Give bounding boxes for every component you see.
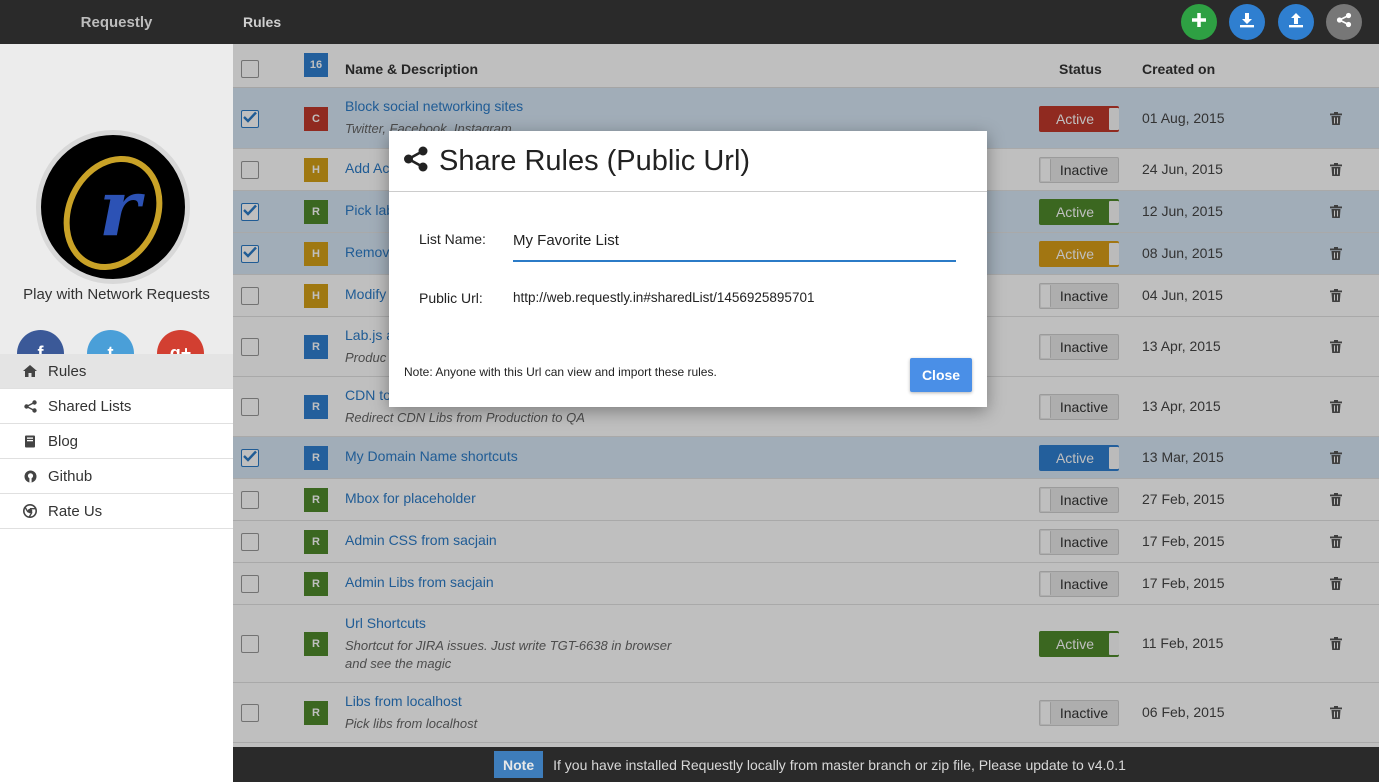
sidebar-item-label: Rules [48,362,87,380]
list-name-label: List Name: [419,231,486,247]
top-bar: Rules [233,0,1379,44]
import-button[interactable] [1229,4,1265,40]
share-rules-dialog: Share Rules (Public Url) List Name: Publ… [389,131,987,407]
notice-bar: Note If you have installed Requestly loc… [233,747,1379,782]
notice-text: If you have installed Requestly locally … [553,756,1126,773]
share-button[interactable] [1326,4,1362,40]
share-note: Note: Anyone with this Url can view and … [404,365,717,379]
sidebar-item-label: Blog [48,432,79,450]
dialog-header: Share Rules (Public Url) [389,131,987,192]
sidebar-item-blog[interactable]: Blog [0,424,233,459]
profile-panel: r Play with Network Requests f t g+ [0,44,233,377]
sidebar-item-shared-lists[interactable]: Shared Lists [0,389,233,424]
sidebar-item-label: Shared Lists [48,397,132,415]
brand-title[interactable]: Requestly [0,0,233,44]
list-name-input[interactable] [513,220,956,262]
plus-icon [1191,12,1207,33]
tagline: Play with Network Requests [23,286,210,303]
note-badge: Note [494,751,544,778]
dialog-title: Share Rules (Public Url) [439,144,751,177]
download-icon [1239,12,1255,33]
sidebar-item-rate-us[interactable]: Rate Us [0,494,233,529]
home-icon [22,363,38,379]
page-title: Rules [243,14,282,30]
share-icon [403,146,429,177]
sidebar-item-github[interactable]: Github [0,459,233,494]
sidebar-item-label: Rate Us [48,502,103,520]
sidebar-item-label: Github [48,467,93,485]
public-url-label: Public Url: [419,290,483,306]
book-icon [22,433,38,449]
share-icon [22,398,38,414]
sidebar-item-rules[interactable]: Rules [0,354,233,389]
public-url-value[interactable]: http://web.requestly.in#sharedList/14569… [513,290,814,305]
sidebar: Requestly r Play with Network Requests f… [0,0,233,782]
github-icon [22,468,38,484]
sidebar-nav: Rules Shared Lists Blog Github Rate Us [0,354,233,529]
upload-icon [1288,12,1304,33]
requestly-logo: r [36,130,190,284]
export-button[interactable] [1278,4,1314,40]
share-icon [1336,12,1352,33]
add-rule-button[interactable] [1181,4,1217,40]
chrome-icon [22,503,38,519]
close-button[interactable]: Close [910,358,972,392]
svg-text:r: r [99,163,145,254]
